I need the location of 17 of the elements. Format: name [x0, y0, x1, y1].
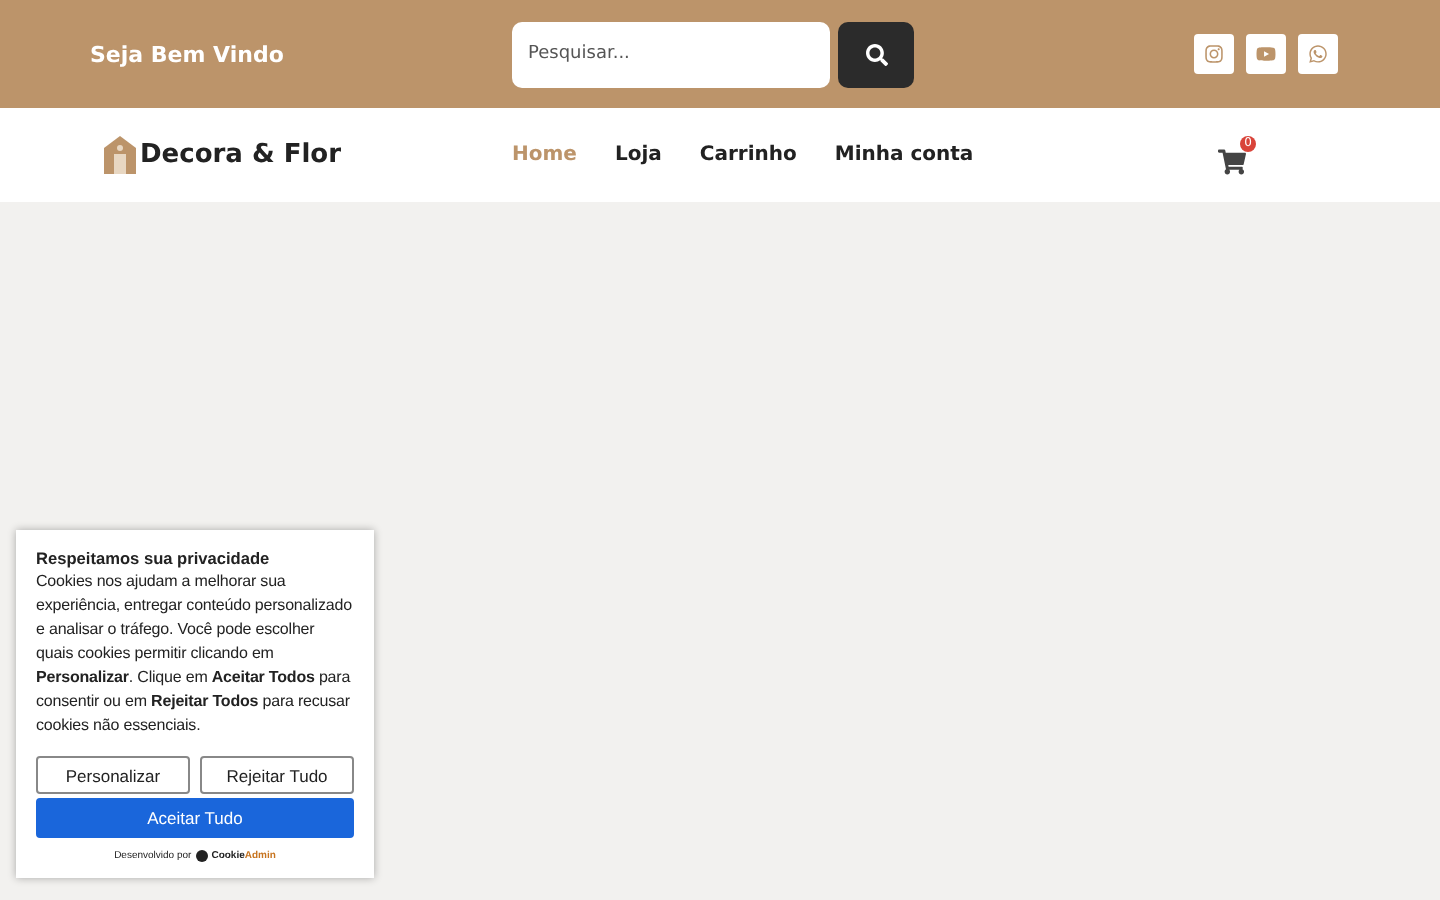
instagram-icon[interactable] [1194, 34, 1234, 74]
nav-link[interactable]: Minha conta [834, 144, 974, 166]
search-field[interactable]: Pesquisar... [512, 21, 830, 87]
banner-button[interactable]: Personalizar [36, 756, 190, 794]
house-icon [104, 136, 136, 174]
welcome-text: Seja Bem Vindo [90, 41, 286, 67]
nav-link[interactable]: Loja [614, 144, 662, 166]
banner-button[interactable]: Rejeitar Tudo [200, 756, 354, 794]
banner-title: Respeitamos sua privacidade [36, 546, 272, 570]
search-button[interactable] [838, 21, 914, 87]
brand-name: Decora & Flor [140, 140, 343, 170]
youtube-icon[interactable] [1246, 34, 1286, 74]
whatsapp-icon[interactable] [1298, 34, 1338, 74]
search-icon [865, 43, 887, 65]
nav-link[interactable]: Carrinho [699, 144, 797, 166]
banner-text: Cookies nos ajudam a melhorar sua experiência, entregar conteúdo personalizado e analisar o tráfego. Você pode escolher quais cookies permitir clicando em Personalizar. Clique em Aceitar Todos para consentir ou em Rejeitar Todos para recusar cookies não essenciais. [36, 570, 354, 738]
accept-button[interactable]: Aceitar Tudo [36, 798, 354, 838]
